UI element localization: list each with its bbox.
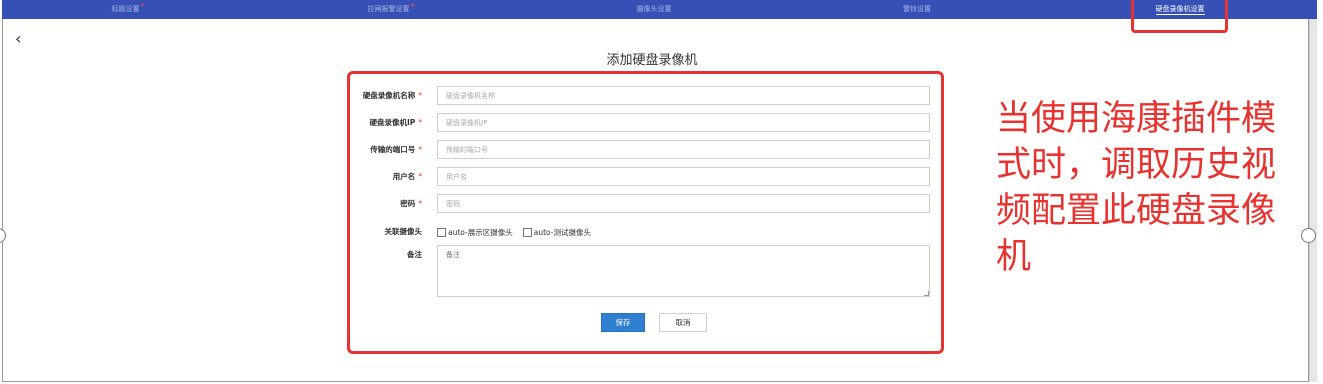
nvr-ip-input[interactable] — [437, 113, 930, 132]
tab-switch-alarm-settings[interactable]: 拉闸报警设置* — [301, 0, 481, 19]
page-title: 添加硬盘录像机 — [606, 53, 698, 68]
nvr-form: 硬盘录像机名称* 硬盘录像机IP* 传输的端口号* 用户名* 密码* 关联摄像头… — [347, 71, 944, 354]
checkbox-label: auto-展示区摄像头 — [448, 227, 513, 237]
camera-option-test[interactable]: auto-测试摄像头 — [522, 227, 591, 238]
form-actions: 保存 取消 — [350, 313, 947, 333]
field-row-ip: 硬盘录像机IP * — [350, 113, 947, 133]
username-input[interactable] — [437, 167, 930, 186]
required-mark: * — [410, 2, 415, 11]
field-label: 密码 * — [400, 199, 422, 208]
checkbox[interactable] — [522, 227, 532, 237]
tab-label: 警铃设置 — [903, 5, 931, 13]
annotation-note: 当使用海康插件模式时，调取历史视频配置此硬盘录像机 — [996, 99, 1277, 277]
settings-tab-bar: 标题设置* 拉闸报警设置* 摄像头设置 警铃设置 硬盘录像机设置 — [2, 0, 1317, 19]
field-label: 备注 — [407, 250, 422, 259]
field-row-notes: 备注 — [350, 245, 947, 299]
active-tab-highlight — [1131, 0, 1228, 33]
field-label: 硬盘录像机IP * — [369, 118, 422, 127]
camera-checkbox-group: auto-展示区摄像头 auto-测试摄像头 — [437, 222, 601, 242]
checkbox-label: auto-测试摄像头 — [533, 227, 591, 237]
camera-option-display-area[interactable]: auto-展示区摄像头 — [437, 227, 513, 238]
field-row-name: 硬盘录像机名称 * — [350, 86, 947, 106]
field-row-username: 用户名 * — [350, 167, 947, 187]
notes-textarea[interactable] — [437, 245, 930, 297]
nvr-name-input[interactable] — [437, 86, 930, 105]
field-row-cameras: 关联摄像头 auto-展示区摄像头 auto-测试摄像头 — [350, 222, 947, 242]
required-mark: * — [140, 2, 145, 11]
field-label: 硬盘录像机名称 * — [362, 91, 422, 100]
tab-label: 摄像头设置 — [636, 5, 672, 13]
resize-grip-icon[interactable] — [924, 291, 929, 296]
tab-label: 标题设置 — [111, 5, 140, 13]
resize-handle-right[interactable] — [1301, 228, 1316, 243]
tab-title-settings[interactable]: 标题设置* — [38, 0, 218, 19]
cancel-button[interactable]: 取消 — [659, 313, 707, 332]
port-input[interactable] — [437, 140, 930, 159]
save-button[interactable]: 保存 — [601, 313, 645, 332]
tab-camera-settings[interactable]: 摄像头设置 — [564, 0, 744, 19]
field-label: 传输的端口号 * — [370, 145, 422, 154]
field-label: 用户名 * — [392, 172, 422, 181]
checkbox[interactable] — [437, 227, 446, 237]
back-button[interactable]: ‹ — [15, 30, 21, 48]
field-row-port: 传输的端口号 * — [350, 140, 947, 160]
tab-label: 拉闸报警设置 — [367, 5, 410, 13]
scrollbar[interactable] — [1309, 18, 1317, 382]
password-input[interactable] — [437, 194, 930, 213]
tab-bell-settings[interactable]: 警铃设置 — [827, 0, 1007, 19]
field-row-password: 密码 * — [350, 194, 947, 214]
field-label: 关联摄像头 — [384, 227, 423, 236]
